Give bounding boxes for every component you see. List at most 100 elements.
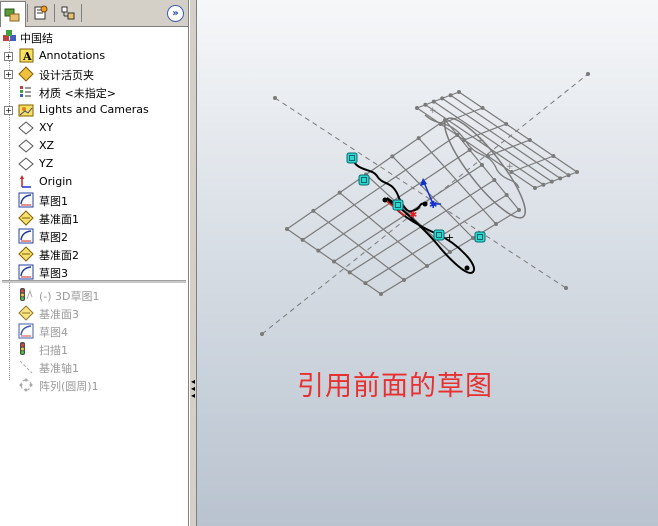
relation-handle-icon [392, 199, 404, 211]
tree-item[interactable]: XZ [0, 137, 186, 155]
tree-item[interactable]: 阵列(圆周)1 [0, 376, 186, 394]
tree-item-label: 扫描1 [39, 344, 68, 357]
tree-item[interactable]: XY [0, 119, 186, 137]
sketch-plane-grid-node [480, 163, 484, 167]
relation-handle-icon [433, 229, 445, 241]
annotations-icon: A [19, 48, 34, 63]
tree-item[interactable]: 中国结 [0, 28, 186, 46]
sketch-plane-grid-node [517, 208, 521, 212]
material-icon [20, 86, 31, 97]
panel-splitter[interactable]: ◂ ◂ ◂ [189, 0, 197, 526]
sketch-point [382, 197, 388, 203]
svg-text:A: A [22, 50, 32, 63]
3d-sketch-scene: ✱ ✱ + + + + [260, 72, 590, 336]
tree-item-label: 草图1 [39, 195, 68, 208]
sketch-point [422, 201, 428, 207]
datum-plane-icon [18, 246, 34, 262]
sketch-plane-grid-node [455, 133, 460, 137]
feature-manager-panel: » 中国结 + A Annotations + 设计活页夹 材质 <未指定> + Lights … [0, 0, 189, 526]
datum-plane-icon [18, 305, 34, 321]
tree-item[interactable]: + Lights and Cameras [0, 101, 186, 119]
tree-item[interactable]: + 设计活页夹 [0, 65, 186, 83]
plane-icon [18, 157, 34, 171]
tab-property-manager[interactable] [29, 2, 53, 24]
sketch-plane-grid-line [418, 137, 497, 225]
tree-item[interactable]: 草图3 [0, 263, 186, 281]
tree-item-label: (-) 3D草图1 [39, 290, 100, 303]
tree-item-label: Lights and Cameras [39, 103, 149, 116]
rollback-bar[interactable] [2, 280, 186, 283]
back-plane-grid-node [431, 99, 436, 104]
caption-text: 引用前面的草图 [297, 371, 493, 402]
tree-item[interactable]: 基准面3 [0, 304, 186, 322]
sweep-icon [20, 342, 25, 355]
graphics-viewport[interactable]: ✱ ✱ + + + + 引用前面的草图 [197, 0, 658, 526]
sketch-plane-grid-node [390, 154, 395, 159]
tab-feature-manager[interactable] [0, 1, 26, 27]
plane-icon [18, 139, 34, 153]
sketch-plane-grid-line [333, 164, 483, 263]
tree-item[interactable]: 草图2 [0, 227, 186, 245]
back-plane-grid-node [480, 106, 485, 110]
back-plane-grid-node [440, 96, 445, 101]
part-icon [3, 30, 16, 41]
sketch-icon [18, 323, 34, 339]
3d-sketch-icon [20, 288, 33, 301]
property-sheet-icon [34, 5, 48, 20]
tree-item-label: XZ [39, 139, 55, 152]
point-marker-icon: + [477, 136, 485, 146]
tree-item[interactable]: Origin [0, 173, 186, 191]
back-plane-grid-node [527, 138, 532, 142]
tree-item[interactable]: YZ [0, 155, 186, 173]
triad-marker-icon: ✱ [429, 200, 437, 211]
axis-line [274, 97, 567, 289]
tree-item[interactable]: 扫描1 [0, 340, 186, 358]
back-plane-grid-node [423, 102, 428, 107]
tree-item-label: 阵列(圆周)1 [39, 380, 99, 393]
tree-item[interactable]: (-) 3D草图1 [0, 286, 186, 304]
sketch-icon [18, 192, 34, 208]
circular-pattern-icon [19, 378, 33, 392]
sketch-plane-grid-line [380, 209, 520, 295]
tree-item-label: 草图2 [39, 231, 68, 244]
tree-item-label: Annotations [39, 49, 106, 62]
sketch-plane-grid-node [416, 136, 421, 141]
back-plane-grid-line [433, 101, 553, 183]
back-plane-grid-node [551, 154, 556, 158]
tree-item[interactable]: 草图4 [0, 322, 186, 340]
sketch-plane-grid-node [311, 208, 316, 213]
sketch-point [464, 265, 470, 271]
back-plane-grid-node [415, 106, 419, 110]
tree-item[interactable]: 基准面1 [0, 209, 186, 227]
sketch-plane-grid-node [504, 193, 509, 197]
axis-icon [19, 360, 33, 374]
expand-toggle-icon[interactable]: + [4, 52, 13, 61]
tree-item-label: Origin [39, 175, 73, 188]
tree-item[interactable]: 基准面2 [0, 245, 186, 263]
tree-item-label: 中国结 [20, 32, 53, 45]
expand-toggle-icon[interactable]: + [4, 70, 13, 79]
tree-item[interactable]: 基准轴1 [0, 358, 186, 376]
sketch-plane-grid-line [391, 155, 474, 239]
point-marker-icon: + [506, 162, 514, 172]
expand-panel-button[interactable]: » [167, 5, 184, 22]
tree-item[interactable]: 草图1 [0, 191, 186, 209]
axis-end-point [586, 72, 590, 76]
sketch-icon [18, 264, 34, 280]
sketch-plane-grid-node [285, 227, 289, 231]
sketch-plane-grid-node [337, 190, 342, 195]
panel-tab-bar: » [0, 0, 188, 27]
design-binder-icon [18, 66, 34, 82]
feature-tree-icon [4, 8, 20, 21]
relation-handle-icon [358, 174, 370, 186]
axis-end-point [564, 286, 568, 290]
tree-item[interactable]: 材质 <未指定> [0, 83, 186, 101]
lights-cameras-icon [18, 104, 34, 117]
back-plane-grid-node [504, 122, 509, 126]
tree-item[interactable]: + A Annotations [0, 47, 186, 65]
expand-toggle-icon[interactable]: + [4, 106, 13, 115]
tab-configuration-manager[interactable] [56, 2, 80, 24]
datum-plane-icon [18, 210, 34, 226]
tree-item-label: 基准轴1 [39, 362, 79, 375]
tree-item-label: 基准面2 [39, 249, 79, 262]
